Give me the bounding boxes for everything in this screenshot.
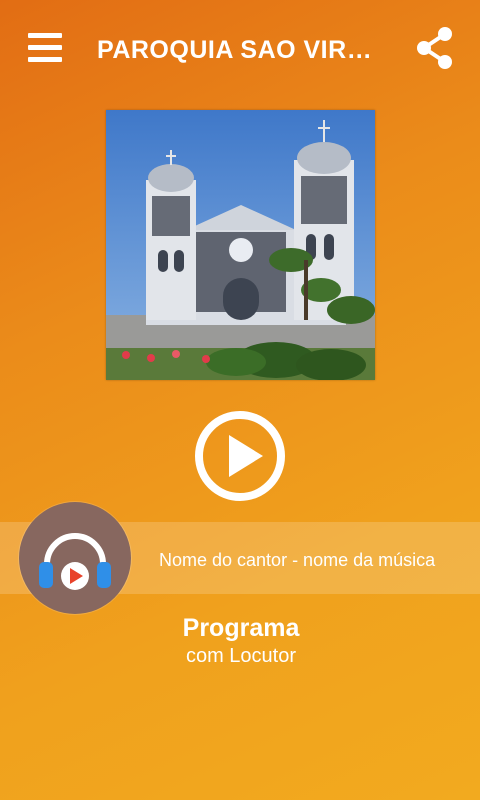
host-name: com Locutor: [185, 645, 297, 667]
play-icon: [195, 411, 285, 501]
station-avatar: [19, 502, 131, 614]
play-button[interactable]: [194, 410, 286, 502]
now-playing-text: Nome do cantor - nome da música: [159, 550, 436, 570]
menu-icon[interactable]: [24, 30, 64, 66]
menu-line: [28, 33, 62, 38]
share-icon[interactable]: [414, 26, 456, 70]
headphones-icon: [39, 533, 111, 590]
menu-line: [28, 57, 62, 62]
top-app-bar: PAROQUIA SAO VIRG...: [0, 0, 480, 100]
menu-line: [28, 45, 62, 50]
program-name: Programa: [182, 614, 300, 642]
app-title: PAROQUIA SAO VIRG...: [97, 36, 387, 64]
cover-image: [106, 110, 375, 380]
